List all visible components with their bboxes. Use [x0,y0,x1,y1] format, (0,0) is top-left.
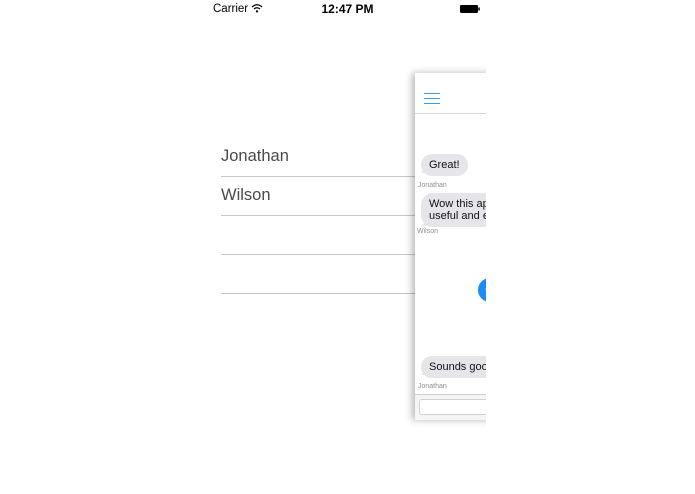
status-bar: Carrier 12:47 PM [209,0,486,18]
contact-name: Jonathan [221,147,289,165]
message-input[interactable] [419,399,486,415]
message-text: Sounds good [429,361,486,373]
chat-nav-bar [415,73,486,114]
message-sender: Jonathan [418,383,447,390]
contact-name: Wilson [221,186,271,204]
message-input-bar [415,394,486,420]
status-time: 12:47 PM [321,2,374,16]
message-bubble: Great! [421,154,468,176]
outgoing-message-text: ✓ [484,282,486,295]
message-text-line: Wow this app [429,198,486,210]
message-text: Great! [429,159,460,171]
message-bubble: Wow this app useful and ea [421,193,486,227]
outgoing-message-bubble[interactable]: ✓ [478,278,486,302]
phone-screen: Carrier 12:47 PM Jonathan Wilson Great! … [209,0,486,494]
message-sender: Wilson [417,228,439,235]
hamburger-menu-icon[interactable] [424,93,440,105]
chat-panel: Great! Jonathan Wow this app useful and … [415,73,486,420]
message-sender: Jonathan [418,182,447,189]
battery-icon [460,5,480,13]
message-bubble: Sounds good [421,356,486,378]
message-text-line: useful and ea [429,210,486,222]
